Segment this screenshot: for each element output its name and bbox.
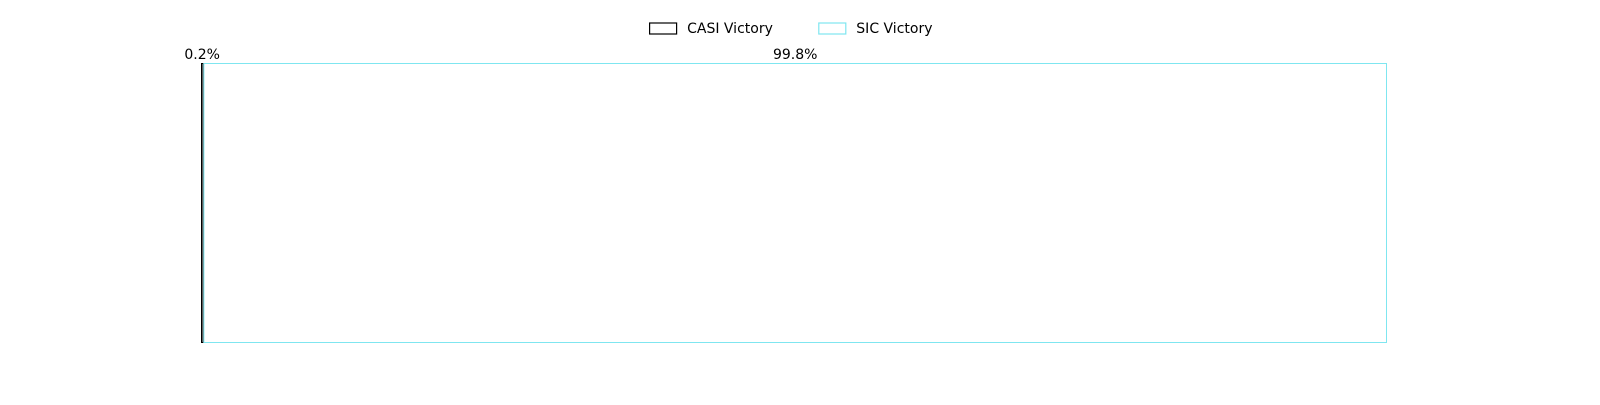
chart-canvas: CASI Victory SIC Victory 0.2% 99.8% — [184, 21, 1388, 343]
legend-label-casi-victory: CASI Victory — [687, 21, 773, 37]
legend-label-sic-victory: SIC Victory — [856, 21, 932, 37]
data-label-casi-victory: 0.2% — [184, 47, 220, 63]
value-labels: 0.2% 99.8% — [184, 47, 817, 63]
bars — [201, 63, 1388, 343]
legend: CASI Victory SIC Victory — [648, 21, 933, 37]
bar-segment-casi-victory — [201, 63, 204, 343]
legend-swatch-sic-victory — [818, 22, 847, 35]
data-label-sic-victory: 99.8% — [773, 47, 817, 63]
legend-swatch-casi-victory — [648, 22, 678, 35]
bar-segment-sic-victory — [203, 63, 1388, 343]
stacked-bar-chart: CASI Victory SIC Victory 0.2% 99.8% — [0, 0, 1600, 400]
